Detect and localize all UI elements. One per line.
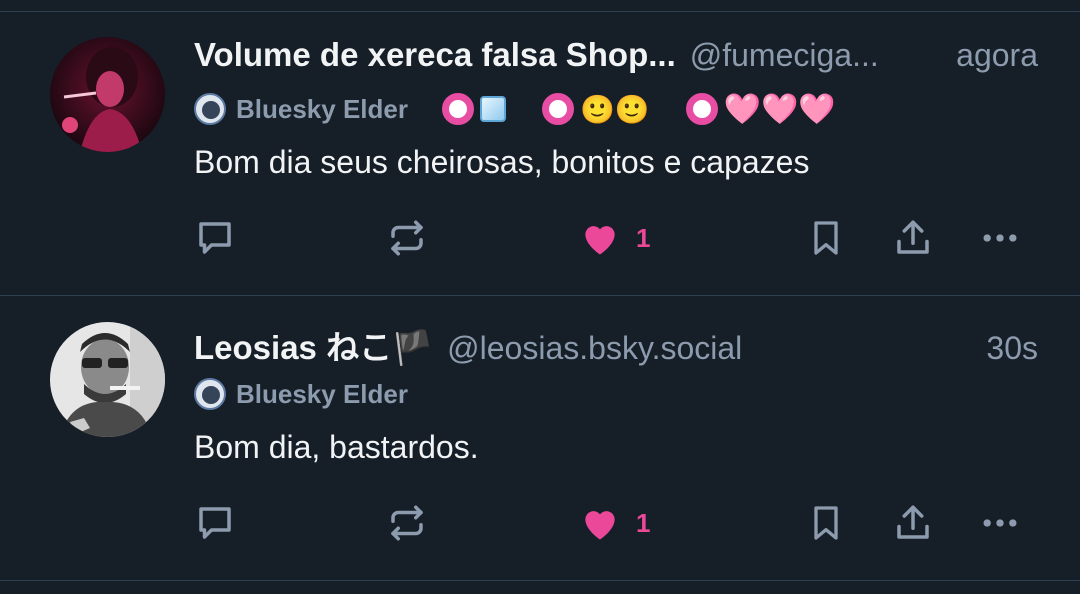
heart-icon [585,511,615,540]
badge-label: Bluesky Elder [236,93,408,124]
badge-row: Bluesky Elder 🙂🙂 🩷🩷🩷 [194,84,1038,134]
post-text: Bom dia seus cheirosas, bonitos e capaze… [194,144,810,180]
reply-icon [199,507,231,539]
more-icon [983,519,1017,527]
like-count: 1 [636,222,651,253]
heart-icon [585,226,615,255]
bookmark-icon [814,506,838,540]
like-button[interactable]: 1 [578,212,650,264]
more-icon [983,234,1017,242]
ring-icon [685,93,718,125]
repost-button[interactable] [386,497,428,549]
bookmark-button[interactable] [806,497,846,549]
author-handle[interactable]: @leosias.bsky.social [447,330,742,367]
badge-label: Bluesky Elder [236,378,408,409]
reply-button[interactable] [194,497,236,549]
post-time[interactable]: 30s [976,330,1038,367]
bookmark-button[interactable] [806,212,846,264]
elder-badge-icon [194,378,226,410]
post-actions: 1 [194,497,1034,549]
author-name[interactable]: Volume de xereca falsa Shop... [194,36,676,74]
ring-icon [441,93,474,125]
more-options-button[interactable] [978,497,1022,549]
author-avatar[interactable] [50,322,165,437]
share-button[interactable] [892,497,934,549]
ring-icon [541,93,574,125]
ice-cube-icon [479,96,506,122]
heart-emoji: 🩷🩷🩷 [723,92,836,126]
post-text: Bom dia, bastardos. [194,429,479,465]
more-options-button[interactable] [978,212,1022,264]
author-name[interactable]: Leosias ねこ🏴 [194,321,433,369]
reply-icon [199,222,231,254]
repost-icon [391,505,423,541]
bookmark-icon [814,221,838,255]
repost-icon [391,220,423,256]
repost-button[interactable] [386,212,428,264]
post-1[interactable]: Volume de xereca falsa Shop... @fumeciga… [0,12,1080,296]
share-icon [897,505,929,539]
like-button[interactable]: 1 [578,497,650,549]
elder-badge-icon [194,93,226,125]
share-button[interactable] [892,212,934,264]
badge-row: Bluesky Elder [194,369,1038,419]
post-2[interactable]: Leosias ねこ🏴 @leosias.bsky.social 30s Blu… [0,297,1080,581]
post-time[interactable]: agora [946,37,1038,74]
reply-button[interactable] [194,212,236,264]
author-handle[interactable]: @fumeciga... [690,37,879,74]
like-count: 1 [636,507,651,538]
share-icon [897,220,929,254]
author-avatar[interactable] [50,37,165,152]
post-actions: 1 [194,212,1034,264]
smile-emoji: 🙂🙂 [579,93,650,125]
top-divider [0,0,1080,12]
